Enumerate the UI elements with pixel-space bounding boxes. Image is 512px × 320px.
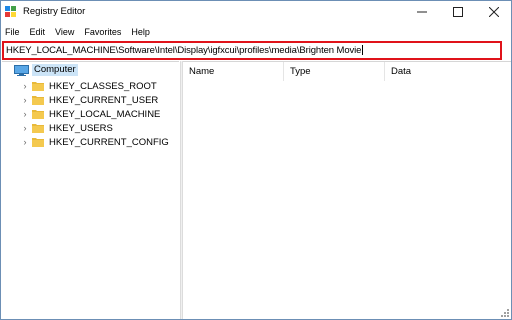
tree-label: HKEY_CURRENT_USER <box>49 94 159 106</box>
text-caret <box>362 45 364 56</box>
folder-icon <box>32 110 44 119</box>
menu-file[interactable]: File <box>1 25 25 40</box>
expand-chevron-icon[interactable]: › <box>20 121 30 135</box>
resize-grip-icon[interactable] <box>500 308 510 318</box>
maximize-button[interactable] <box>441 1 475 23</box>
close-icon <box>489 7 499 17</box>
minimize-icon <box>417 11 427 13</box>
folder-icon <box>32 138 44 147</box>
column-header-name[interactable]: Name <box>183 62 284 81</box>
folder-icon <box>32 96 44 105</box>
tree-node-hkey-local-machine[interactable]: HKEY_LOCAL_MACHINE <box>32 107 160 121</box>
menu-view[interactable]: View <box>50 25 79 40</box>
address-path: HKEY_LOCAL_MACHINE\Software\Intel\Displa… <box>6 45 364 57</box>
tree-node-hkey-classes-root[interactable]: HKEY_CLASSES_ROOT <box>32 79 157 93</box>
tree-label: HKEY_CLASSES_ROOT <box>49 80 157 92</box>
folder-icon <box>32 124 44 133</box>
list-header: Name Type Data <box>183 62 511 81</box>
close-button[interactable] <box>477 1 511 23</box>
menu-favorites[interactable]: Favorites <box>79 25 126 40</box>
tree-label: HKEY_CURRENT_CONFIG <box>49 136 169 148</box>
column-header-data[interactable]: Data <box>385 62 511 81</box>
menu-help[interactable]: Help <box>126 25 155 40</box>
tree-node-hkey-users[interactable]: HKEY_USERS <box>32 121 113 135</box>
tree-label: HKEY_LOCAL_MACHINE <box>49 108 161 120</box>
minimize-button[interactable] <box>405 1 439 23</box>
computer-icon <box>14 64 29 76</box>
menu-bar: File Edit View Favorites Help <box>1 25 155 40</box>
menu-edit[interactable]: Edit <box>25 25 51 40</box>
tree-node-hkey-current-user[interactable]: HKEY_CURRENT_USER <box>32 93 158 107</box>
tree-node-computer[interactable]: Computer <box>14 63 78 77</box>
registry-editor-window: Registry Editor File Edit View Favorites… <box>0 0 512 320</box>
registry-editor-icon <box>5 6 16 17</box>
address-bar[interactable]: HKEY_LOCAL_MACHINE\Software\Intel\Displa… <box>2 41 502 60</box>
title-bar[interactable]: Registry Editor <box>1 1 511 23</box>
tree-label-computer: Computer <box>32 64 78 76</box>
expand-chevron-icon[interactable]: › <box>20 135 30 149</box>
values-list[interactable]: Name Type Data <box>183 61 511 319</box>
expand-chevron-icon[interactable]: › <box>20 79 30 93</box>
maximize-icon <box>453 7 463 17</box>
window-title: Registry Editor <box>23 6 86 17</box>
column-header-type[interactable]: Type <box>284 62 385 81</box>
folder-icon <box>32 82 44 91</box>
expand-chevron-icon[interactable]: › <box>20 93 30 107</box>
registry-tree: Computer › HKEY_CLASSES_ROOT › HKEY_CURR… <box>2 61 179 319</box>
tree-node-hkey-current-config[interactable]: HKEY_CURRENT_CONFIG <box>32 135 169 149</box>
tree-label: HKEY_USERS <box>49 122 113 134</box>
expand-chevron-icon[interactable]: › <box>20 107 30 121</box>
address-path-text: HKEY_LOCAL_MACHINE\Software\Intel\Displa… <box>6 45 362 56</box>
